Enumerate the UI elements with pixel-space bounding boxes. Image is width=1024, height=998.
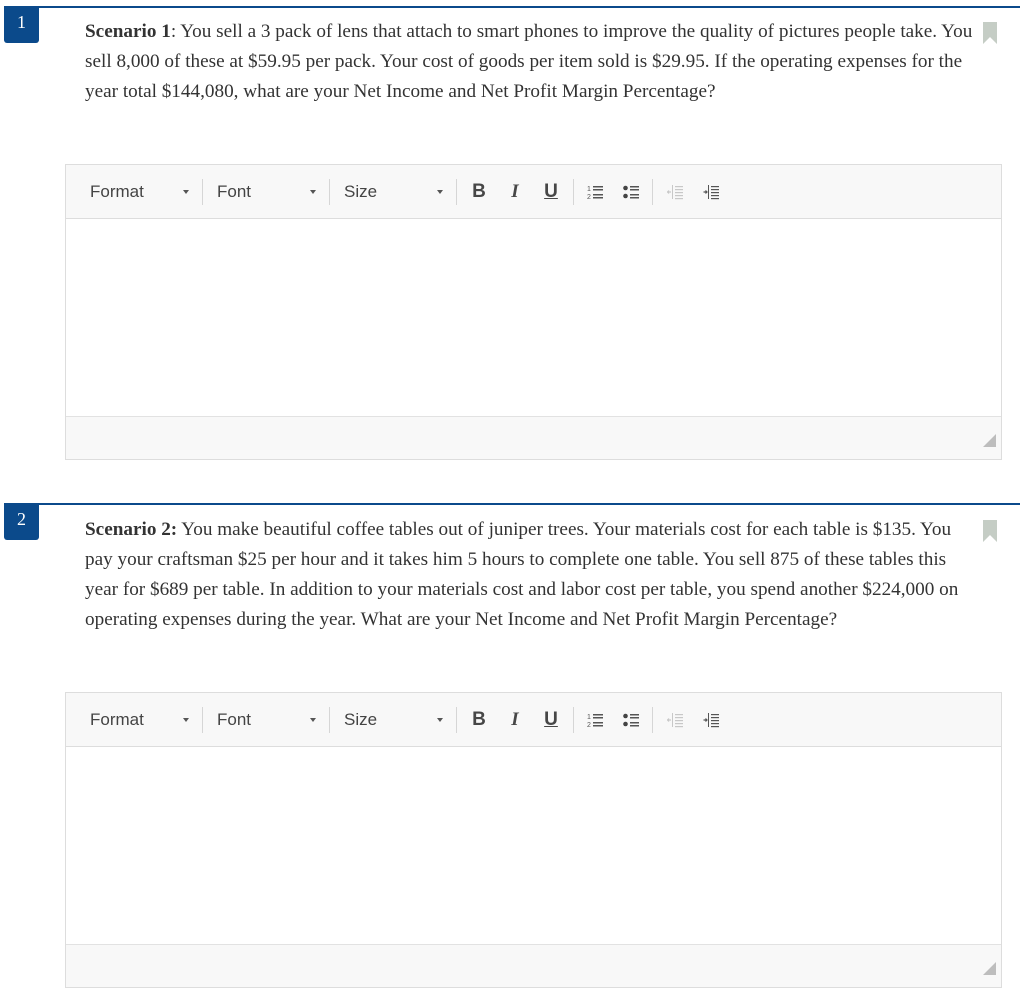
size-dropdown[interactable]: Size (320, 706, 455, 734)
italic-button[interactable]: I (501, 706, 529, 734)
bold-button[interactable]: B (465, 706, 493, 734)
italic-button[interactable]: I (501, 178, 529, 206)
question-text: You sell a 3 pack of lens that attach to… (85, 21, 973, 102)
bookmark-icon[interactable] (983, 520, 997, 542)
indent-button[interactable] (697, 178, 725, 206)
resize-handle-icon[interactable] (983, 962, 996, 975)
font-dropdown-label: Font (217, 182, 252, 201)
format-dropdown-label: Format (90, 710, 144, 729)
outdent-button[interactable] (661, 178, 689, 206)
question-prompt: Scenario 2: You make beautiful coffee ta… (85, 515, 975, 635)
outdent-icon (667, 713, 683, 728)
question-text: You make beautiful coffee tables out of … (85, 519, 959, 630)
numbered-list-button[interactable]: 12 (581, 706, 609, 734)
editor-footer (66, 944, 1001, 987)
svg-text:2: 2 (587, 194, 591, 200)
font-dropdown-label: Font (217, 710, 252, 729)
toolbar-separator (573, 179, 574, 205)
answer-editor: Format Font Size B I U 12 (65, 164, 1002, 460)
svg-text:1: 1 (587, 714, 591, 721)
bulleted-list-icon (623, 185, 639, 199)
svg-text:2: 2 (587, 722, 591, 728)
size-dropdown-label: Size (344, 710, 378, 729)
answer-text-area[interactable] (66, 219, 1001, 416)
answer-text-area[interactable] (66, 747, 1001, 944)
question-number-badge: 1 (4, 7, 39, 43)
indent-icon (703, 713, 719, 728)
chevron-down-icon (310, 718, 316, 722)
question-prompt: Scenario 1: You sell a 3 pack of lens th… (85, 17, 975, 107)
size-dropdown[interactable]: Size (320, 178, 455, 206)
bulleted-list-icon (623, 713, 639, 727)
toolbar-separator (456, 707, 457, 733)
format-dropdown-label: Format (90, 182, 144, 201)
question-number-badge: 2 (4, 504, 39, 540)
resize-handle-icon[interactable] (983, 434, 996, 447)
svg-text:1: 1 (587, 186, 591, 193)
answer-editor: Format Font Size B I U 12 (65, 692, 1002, 988)
underline-button[interactable]: U (537, 706, 565, 734)
numbered-list-icon: 12 (587, 714, 603, 728)
numbered-list-button[interactable]: 12 (581, 178, 609, 206)
bulleted-list-button[interactable] (617, 178, 645, 206)
bold-button[interactable]: B (465, 178, 493, 206)
editor-toolbar: Format Font Size B I U 12 (66, 165, 1001, 219)
editor-toolbar: Format Font Size B I U 12 (66, 693, 1001, 747)
format-dropdown[interactable]: Format (66, 706, 201, 734)
chevron-down-icon (310, 190, 316, 194)
indent-icon (703, 185, 719, 200)
question-divider (4, 503, 1020, 505)
chevron-down-icon (437, 190, 443, 194)
indent-button[interactable] (697, 706, 725, 734)
font-dropdown[interactable]: Font (193, 706, 328, 734)
bulleted-list-button[interactable] (617, 706, 645, 734)
toolbar-separator (652, 707, 653, 733)
toolbar-separator (652, 179, 653, 205)
numbered-list-icon: 12 (587, 186, 603, 200)
toolbar-separator (456, 179, 457, 205)
bookmark-icon[interactable] (983, 22, 997, 44)
toolbar-separator (573, 707, 574, 733)
scenario-label: Scenario 1 (85, 21, 171, 42)
chevron-down-icon (183, 718, 189, 722)
underline-button[interactable]: U (537, 178, 565, 206)
editor-footer (66, 416, 1001, 459)
font-dropdown[interactable]: Font (193, 178, 328, 206)
scenario-label: Scenario 2: (85, 519, 178, 540)
chevron-down-icon (437, 718, 443, 722)
format-dropdown[interactable]: Format (66, 178, 201, 206)
size-dropdown-label: Size (344, 182, 378, 201)
chevron-down-icon (183, 190, 189, 194)
question-divider (4, 6, 1020, 8)
outdent-button[interactable] (661, 706, 689, 734)
outdent-icon (667, 185, 683, 200)
